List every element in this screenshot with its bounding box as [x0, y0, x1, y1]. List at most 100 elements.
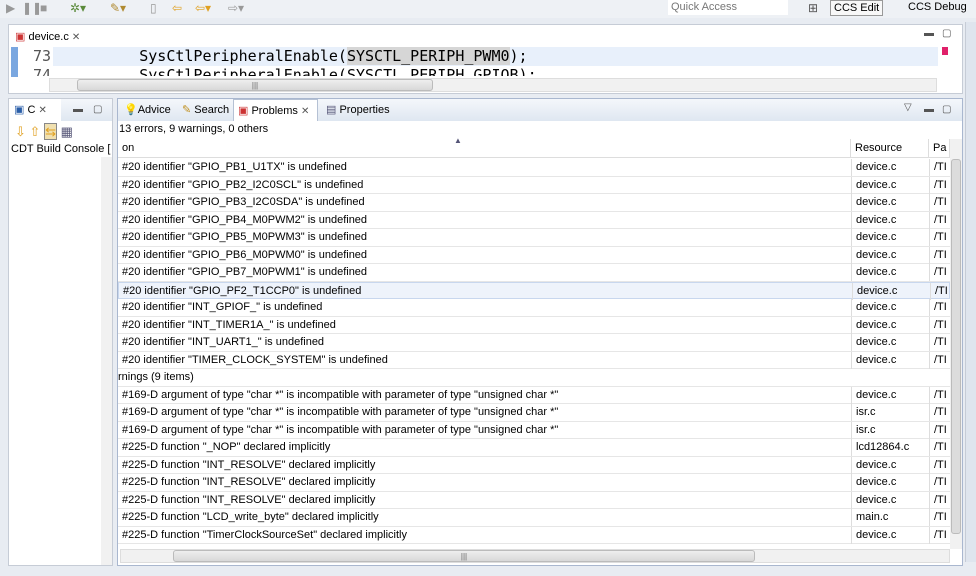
problem-resource: device.c	[851, 526, 929, 544]
table-row[interactable]: #20 identifier "GPIO_PB1_U1TX" is undefi…	[118, 159, 950, 177]
perspective-ccs-debug[interactable]: CCS Debug	[905, 0, 970, 16]
problem-description: #20 identifier "GPIO_PB3_I2C0SDA" is und…	[122, 196, 365, 208]
code-line[interactable]: SysCtlPeripheralEnable(SYSCTL_PERIPH_GPI…	[67, 66, 536, 76]
table-horizontal-scrollbar[interactable]: |||	[120, 549, 950, 563]
problem-resource: device.c	[851, 334, 929, 351]
tab-console[interactable]: ▣ C ✕	[9, 99, 61, 121]
problem-resource: lcd12864.c	[851, 439, 929, 456]
problem-description: #169-D argument of type "char *" is inco…	[122, 388, 559, 401]
problem-description: #20 identifier "TIMER_CLOCK_SYSTEM" is u…	[122, 353, 388, 366]
problem-resource: device.c	[851, 246, 929, 264]
problem-description: #20 identifier "GPIO_PB6_M0PWM0" is unde…	[122, 248, 368, 261]
close-icon[interactable]: ✕	[72, 32, 80, 43]
problem-resource: device.c	[851, 211, 929, 229]
minimize-icon[interactable]: ▬	[73, 104, 83, 115]
tab-advice[interactable]: 💡Advice	[120, 99, 171, 121]
minimize-icon[interactable]: ▬	[924, 104, 934, 115]
table-row[interactable]: #20 identifier "INT_GPIOF_" is undefined…	[118, 299, 950, 317]
tab-search[interactable]: ✎ Search	[178, 99, 229, 121]
table-row[interactable]: #20 identifier "GPIO_PB3_I2C0SDA" is und…	[118, 194, 950, 212]
problem-resource: main.c	[851, 509, 929, 526]
code-editor[interactable]: ▣ device.c ✕ ▬ ▢ 73 SysCtlPeripheralEnab…	[8, 24, 963, 94]
debug-icon[interactable]: ✲▾	[70, 1, 86, 15]
problem-path: /TI	[929, 491, 950, 509]
table-row[interactable]: #169-D argument of type "char *" is inco…	[118, 404, 950, 422]
table-row[interactable]: #169-D argument of type "char *" is inco…	[118, 386, 950, 404]
column-description[interactable]: on	[118, 139, 851, 158]
problem-path: /TI	[929, 299, 950, 316]
perspective-ccs-edit[interactable]: CCS Edit	[830, 0, 884, 16]
close-icon[interactable]: ✕	[38, 105, 46, 116]
run-icon[interactable]: ▶	[6, 1, 15, 15]
view-menu-icon[interactable]: ▽	[904, 102, 912, 113]
scroll-lock-icon[interactable]: ⇆	[44, 123, 57, 140]
stop-icon[interactable]: ■	[40, 1, 47, 15]
problem-resource: isr.c	[851, 421, 929, 439]
problem-resource: device.c	[851, 456, 929, 474]
table-row[interactable]: #20 identifier "GPIO_PB2_I2C0SCL" is und…	[118, 176, 950, 194]
table-row[interactable]: #169-D argument of type "char *" is inco…	[118, 421, 950, 439]
problem-description: #225-D function "TimerClockSourceSet" de…	[122, 528, 407, 541]
problem-path: /TI	[929, 526, 950, 544]
build-icon[interactable]: ✎▾	[110, 1, 126, 15]
category-row-warnings[interactable]: rnings (9 items)	[118, 369, 950, 387]
right-trim-bar	[965, 22, 976, 562]
error-marker[interactable]	[942, 47, 948, 55]
table-vertical-scrollbar[interactable]	[950, 139, 962, 549]
problem-path: /TI	[929, 159, 950, 176]
problem-resource: device.c	[851, 194, 929, 211]
problem-description: #20 identifier "GPIO_PB4_M0PWM2" is unde…	[122, 213, 368, 226]
table-row[interactable]: #20 identifier "GPIO_PF2_T1CCP0" is unde…	[118, 281, 950, 300]
table-row[interactable]: #20 identifier "GPIO_PB7_M0PWM1" is unde…	[118, 264, 950, 282]
problem-path: /TI	[929, 404, 950, 421]
problem-description: #169-D argument of type "char *" is inco…	[122, 406, 559, 418]
quick-access-input[interactable]: Quick Access	[668, 0, 788, 15]
maximize-icon[interactable]: ▢	[942, 104, 951, 115]
maximize-icon[interactable]: ▢	[942, 28, 951, 39]
table-row[interactable]: #20 identifier "GPIO_PB4_M0PWM2" is unde…	[118, 211, 950, 229]
table-row[interactable]: #225-D function "INT_RESOLVE" declared i…	[118, 474, 950, 492]
editor-horizontal-scrollbar[interactable]: |||	[49, 78, 937, 92]
console-title: CDT Build Console [	[11, 143, 111, 155]
table-row[interactable]: #225-D function "_NOP" declared implicit…	[118, 439, 950, 457]
up-arrow-icon[interactable]: ⇧	[30, 124, 41, 139]
editor-tab-device-c[interactable]: ▣ device.c ✕	[9, 25, 91, 47]
table-row[interactable]: #225-D function "LCD_write_byte" declare…	[118, 509, 950, 527]
problem-path: /TI	[929, 246, 950, 264]
column-path[interactable]: Pa	[929, 139, 950, 158]
build-console-panel: ▣ C ✕ ▬ ▢ ⇩ ⇧ ⇆ ▦ CDT Build Console [	[8, 98, 113, 566]
problem-resource: device.c	[851, 386, 929, 404]
open-perspective-icon[interactable]: ⊞	[808, 1, 818, 15]
minimize-icon[interactable]: ▬	[924, 28, 934, 39]
problem-path: /TI	[929, 334, 950, 351]
column-resource[interactable]: Resource	[851, 139, 929, 158]
problem-path: /TI	[929, 421, 950, 439]
table-row[interactable]: #225-D function "TimerClockSourceSet" de…	[118, 526, 950, 544]
console-scrollbar[interactable]	[101, 157, 112, 565]
forward-icon[interactable]: ⇨▾	[228, 1, 244, 15]
line-number: 73	[32, 47, 51, 65]
page-icon[interactable]: ▯	[150, 1, 157, 15]
table-row[interactable]: #225-D function "INT_RESOLVE" declared i…	[118, 491, 950, 509]
back-icon[interactable]: ⇦	[172, 1, 182, 15]
tab-problems[interactable]: ▣ Problems ✕	[233, 99, 318, 121]
problem-resource: device.c	[851, 316, 929, 334]
table-row[interactable]: #20 identifier "INT_TIMER1A_" is undefin…	[118, 316, 950, 334]
console-view-icon[interactable]: ▦	[61, 124, 73, 139]
table-row[interactable]: #20 identifier "GPIO_PB6_M0PWM0" is unde…	[118, 246, 950, 264]
problem-path: /TI	[929, 211, 950, 229]
table-row[interactable]: #225-D function "INT_RESOLVE" declared i…	[118, 456, 950, 474]
close-icon[interactable]: ✕	[301, 106, 309, 117]
code-line[interactable]: SysCtlPeripheralEnable(SYSCTL_PERIPH_PWM…	[67, 47, 528, 65]
table-row[interactable]: #20 identifier "TIMER_CLOCK_SYSTEM" is u…	[118, 351, 950, 369]
table-row[interactable]: #20 identifier "INT_UART1_" is undefined…	[118, 334, 950, 352]
tab-properties[interactable]: ▤ Properties	[322, 99, 390, 121]
forward-history-icon[interactable]: ⇦▾	[195, 1, 211, 15]
problem-resource: device.c	[851, 474, 929, 491]
table-row[interactable]: #20 identifier "GPIO_PB5_M0PWM3" is unde…	[118, 229, 950, 247]
down-arrow-icon[interactable]: ⇩	[15, 124, 26, 139]
problems-panel: 💡Advice ✎ Search ▣ Problems ✕ ▤ Properti…	[117, 98, 963, 566]
console-icon: ▣	[14, 104, 25, 116]
maximize-icon[interactable]: ▢	[93, 104, 102, 115]
problem-resource: device.c	[851, 176, 929, 194]
